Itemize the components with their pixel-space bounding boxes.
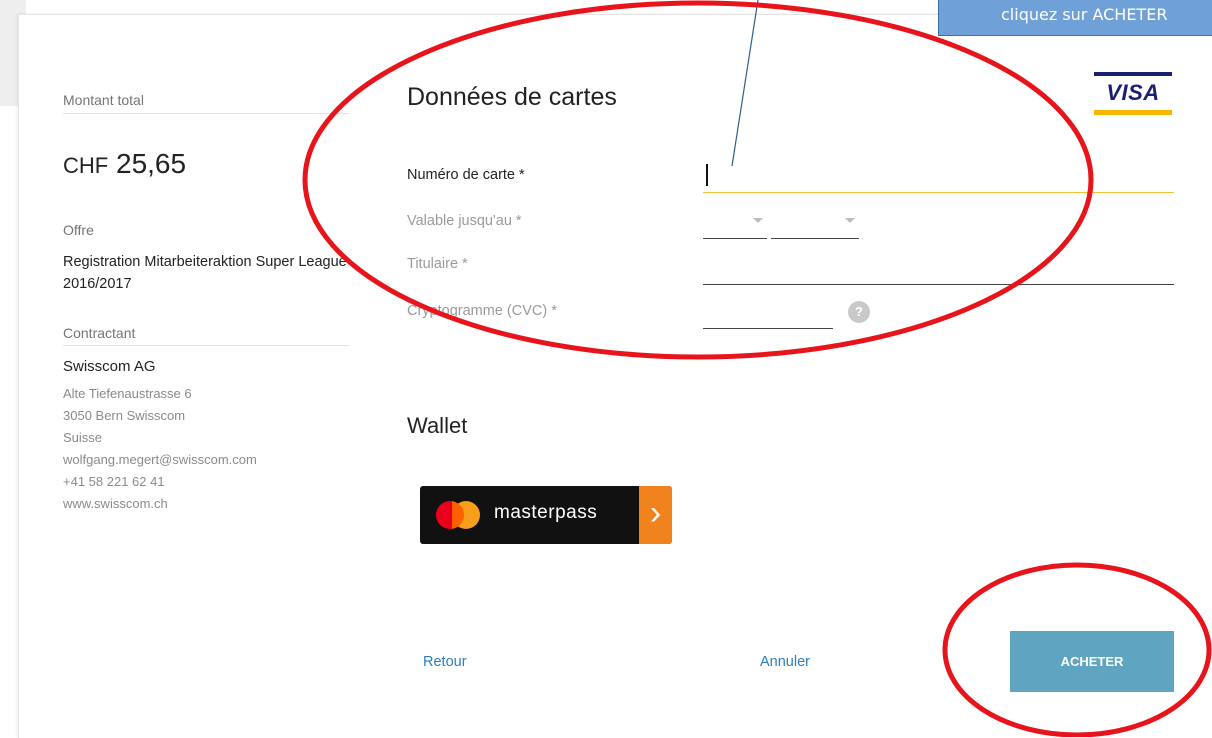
- contact-phone: +41 58 221 62 41: [63, 474, 165, 489]
- instruction-tooltip: cliquez sur ACHETER: [938, 0, 1212, 36]
- company-name: Swisscom AG: [63, 358, 156, 375]
- total-label: Montant total: [63, 92, 144, 108]
- chevron-down-icon: [845, 218, 855, 223]
- holder-underline: [703, 284, 1174, 285]
- card-number-input[interactable]: [703, 161, 1174, 193]
- contractor-label: Contractant: [63, 325, 136, 341]
- visa-wordmark: VISA: [1106, 80, 1160, 105]
- cvc-help-icon[interactable]: ?: [848, 301, 870, 323]
- card-number-label: Numéro de carte *: [407, 167, 525, 183]
- back-link[interactable]: Retour: [423, 654, 467, 670]
- address-street: Alte Tiefenaustrasse 6: [63, 386, 192, 401]
- currency: CHF: [63, 153, 109, 178]
- address-country: Suisse: [63, 430, 103, 445]
- amount-value: 25,65: [116, 148, 187, 179]
- visa-logo-icon: VISA: [1094, 72, 1172, 115]
- total-amount: CHF 25,65: [63, 148, 186, 180]
- cvc-label: Cryptogramme (CVC) *: [407, 303, 557, 319]
- masterpass-button[interactable]: masterpass ›: [420, 486, 672, 544]
- card-data-title: Données de cartes: [407, 83, 617, 111]
- offer-label: Offre: [63, 222, 94, 238]
- address-city: 3050 Bern Swisscom: [63, 408, 186, 423]
- buy-button[interactable]: ACHETER: [1010, 631, 1174, 692]
- cvc-underline: [703, 328, 833, 329]
- wallet-title: Wallet: [407, 413, 468, 438]
- holder-input[interactable]: [703, 255, 1174, 285]
- cancel-link[interactable]: Annuler: [760, 654, 810, 670]
- text-caret: [706, 164, 708, 186]
- mastercard-overlap: [452, 501, 464, 529]
- company-details: Alte Tiefenaustrasse 6 3050 Bern Swissco…: [63, 383, 257, 515]
- chevron-down-icon: [753, 218, 763, 223]
- contractor-divider: [63, 345, 349, 346]
- chevron-right-icon: ›: [649, 494, 662, 532]
- total-divider: [63, 113, 349, 114]
- expiry-label: Valable jusqu'au *: [407, 213, 522, 229]
- payment-dialog: Montant total CHF 25,65 Offre Registrati…: [18, 14, 1212, 738]
- contact-email: wolfgang.megert@swisscom.com: [63, 452, 257, 467]
- offer-text: Registration Mitarbeiteraktion Super Lea…: [63, 254, 347, 292]
- expiry-month-select[interactable]: [703, 211, 767, 239]
- mastercard-overlap-shape: [452, 501, 464, 529]
- masterpass-arrow-box: ›: [639, 486, 672, 544]
- expiry-year-select[interactable]: [771, 211, 859, 239]
- expiry-year-underline: [771, 238, 859, 239]
- contact-website: www.swisscom.ch: [63, 496, 168, 511]
- masterpass-label: masterpass: [494, 502, 598, 523]
- visa-bottom-stripe: [1094, 110, 1172, 115]
- card-number-underline: [703, 192, 1174, 193]
- cvc-input[interactable]: [703, 301, 833, 329]
- expiry-month-underline: [703, 238, 767, 239]
- tooltip-text: cliquez sur ACHETER: [1001, 5, 1168, 24]
- holder-label: Titulaire *: [407, 256, 468, 272]
